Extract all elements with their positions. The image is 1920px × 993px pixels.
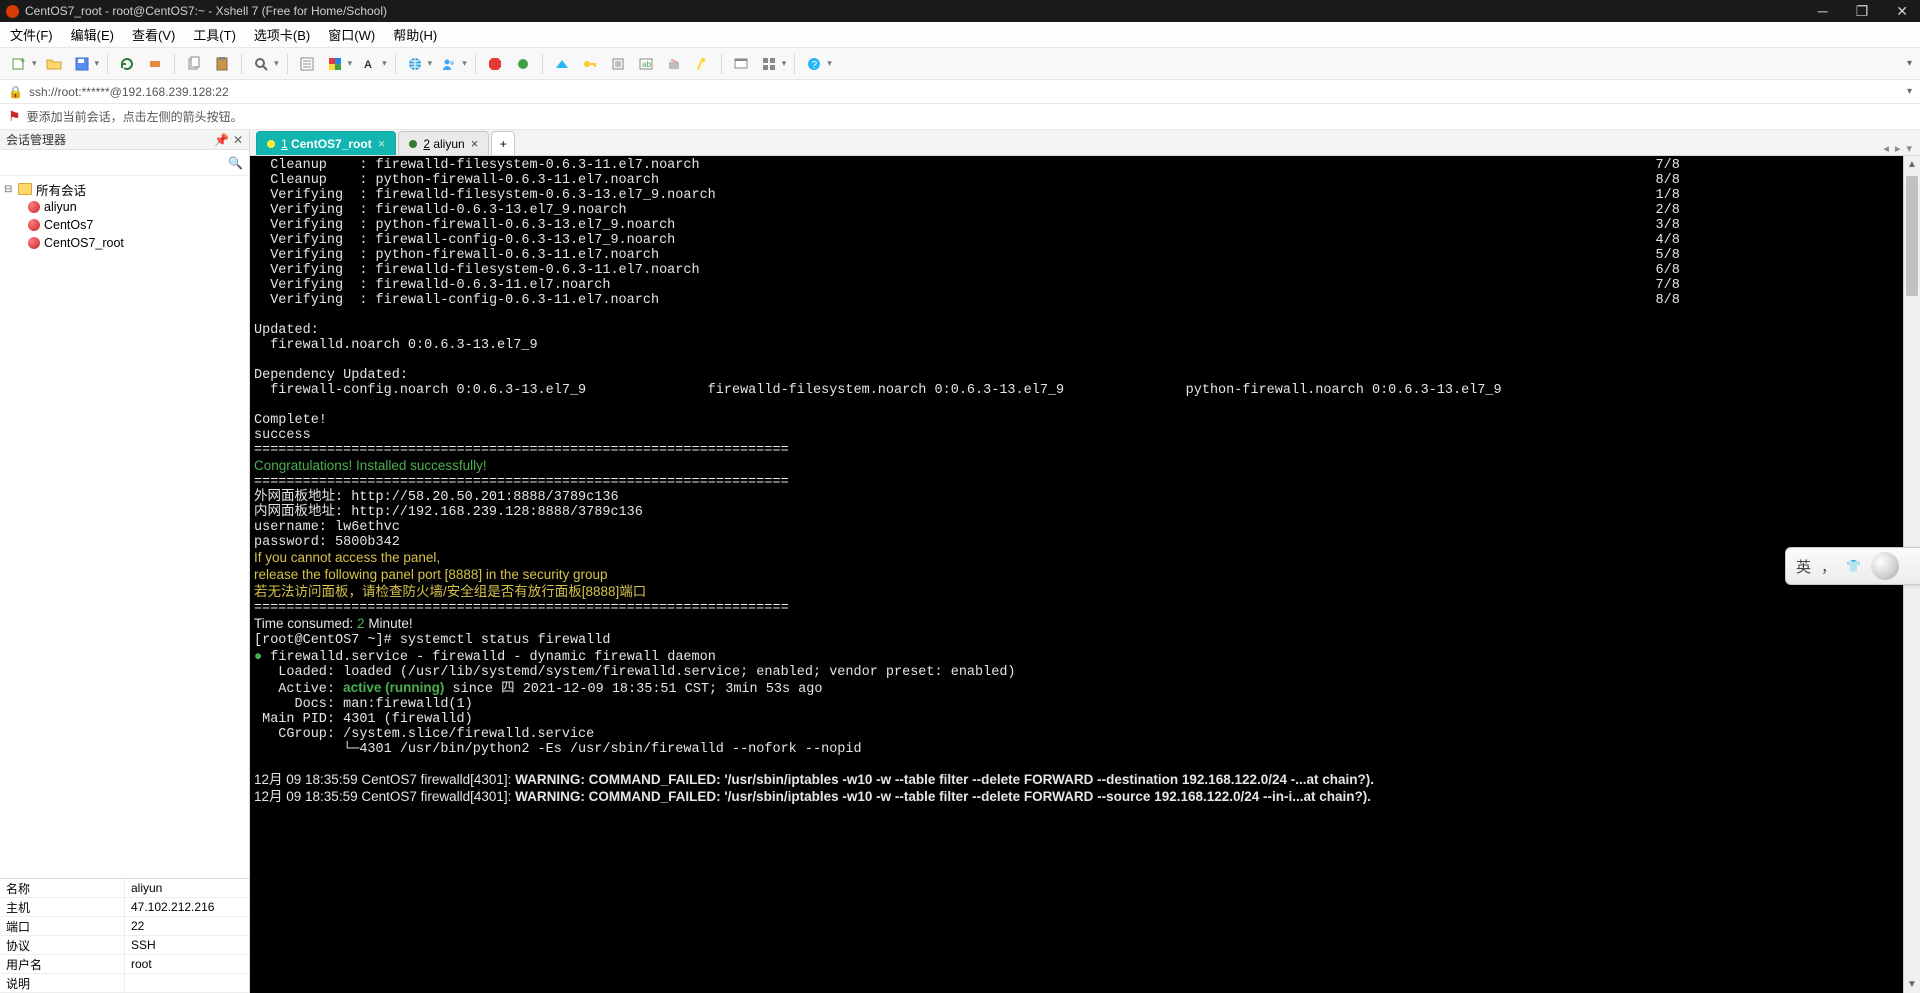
tree-root[interactable]: ⊟ 所有会话 — [2, 180, 247, 198]
folder-icon — [18, 183, 32, 195]
key-icon[interactable] — [579, 53, 601, 75]
ime-lang[interactable]: 英 — [1796, 556, 1811, 577]
sidebar-close-icon[interactable]: ✕ — [233, 133, 243, 147]
prop-row: 协议SSH — [0, 936, 249, 955]
svg-text:+: + — [20, 56, 25, 66]
menu-tools[interactable]: 工具(T) — [193, 25, 236, 44]
tab-next-icon[interactable]: ▸ — [1895, 142, 1901, 155]
session-icon — [28, 219, 40, 231]
clear-icon[interactable] — [663, 53, 685, 75]
session-icon — [28, 237, 40, 249]
tab-close-icon[interactable]: × — [471, 136, 479, 151]
ime-skin-icon[interactable]: 👕 — [1846, 559, 1861, 573]
tab-aliyun[interactable]: 2 aliyun × — [398, 131, 489, 155]
stop-icon[interactable] — [484, 53, 506, 75]
minimize-button[interactable]: ─ — [1818, 3, 1828, 20]
reconnect-icon[interactable] — [116, 53, 138, 75]
scroll-thumb[interactable] — [1906, 176, 1918, 296]
copy-icon[interactable] — [183, 53, 205, 75]
hint-bar: ⚑ 要添加当前会话，点击左侧的箭头按钮。 — [0, 104, 1920, 130]
scroll-lock-icon[interactable] — [607, 53, 629, 75]
tab-centos7-root[interactable]: 1 CentOS7_root × — [256, 131, 396, 155]
title-bar: CentOS7_root - root@CentOS7:~ - Xshell 7… — [0, 0, 1920, 22]
address-overflow-icon[interactable]: ▾ — [1907, 86, 1912, 97]
open-session-icon[interactable] — [43, 53, 65, 75]
disconnect-icon[interactable] — [144, 53, 166, 75]
address-text: ssh://root:******@192.168.239.128:22 — [29, 85, 229, 99]
address-bar[interactable]: 🔒 ssh://root:******@192.168.239.128:22 ▾ — [0, 80, 1920, 104]
tree-root-label: 所有会话 — [36, 180, 86, 199]
prop-row: 端口22 — [0, 917, 249, 936]
tab-prev-icon[interactable]: ◂ — [1883, 142, 1889, 155]
sidebar-pin-icon[interactable]: 📌 — [214, 133, 229, 147]
ime-punct-icon[interactable]: ， — [1821, 556, 1836, 577]
sidebar-title: 会话管理器 — [6, 131, 66, 148]
tile-icon[interactable] — [758, 53, 780, 75]
tab-close-icon[interactable]: × — [378, 136, 386, 151]
save-session-icon[interactable] — [71, 53, 93, 75]
new-terminal-icon[interactable] — [730, 53, 752, 75]
autocomplete-icon[interactable]: ab — [635, 53, 657, 75]
properties-icon[interactable] — [296, 53, 318, 75]
svg-text:A: A — [364, 59, 372, 71]
session-tree: ⊟ 所有会话 aliyun CentOs7 CentOS7_root — [0, 176, 249, 878]
sidebar-search[interactable]: 🔍 — [0, 150, 249, 176]
window-title: CentOS7_root - root@CentOS7:~ - Xshell 7… — [25, 4, 1818, 18]
prop-row: 名称aliyun — [0, 879, 249, 898]
maximize-button[interactable]: ❐ — [1856, 3, 1869, 20]
scroll-up-icon[interactable]: ▲ — [1904, 156, 1920, 173]
highlight-icon[interactable] — [691, 53, 713, 75]
menu-file[interactable]: 文件(F) — [10, 25, 53, 44]
status-dot-icon — [409, 140, 417, 148]
session-label: CentOs7 — [44, 218, 93, 232]
menu-bar: 文件(F) 编辑(E) 查看(V) 工具(T) 选项卡(B) 窗口(W) 帮助(… — [0, 22, 1920, 48]
users-icon[interactable] — [438, 53, 460, 75]
color-scheme-icon[interactable] — [324, 53, 346, 75]
hint-text: 要添加当前会话，点击左侧的箭头按钮。 — [27, 108, 243, 125]
session-icon — [28, 201, 40, 213]
terminal-tab-bar: 1 CentOS7_root × 2 aliyun × + ◂ ▸ ▾ — [250, 130, 1920, 156]
font-icon[interactable]: A — [358, 53, 380, 75]
toolbar-overflow-icon[interactable]: ▾ — [1907, 58, 1912, 69]
session-item-centos7[interactable]: CentOs7 — [2, 216, 247, 234]
sidebar-search-input[interactable] — [6, 156, 228, 170]
svg-text:ab: ab — [642, 60, 651, 69]
session-manager: 会话管理器 📌 ✕ 🔍 ⊟ 所有会话 aliyun CentOs7 — [0, 130, 250, 993]
lock-icon: 🔒 — [8, 85, 23, 99]
menu-window[interactable]: 窗口(W) — [328, 25, 375, 44]
ime-orb-icon[interactable] — [1871, 552, 1899, 580]
terminal-output[interactable]: Cleanup : firewalld-filesystem-0.6.3-11.… — [250, 156, 1903, 993]
session-label: CentOS7_root — [44, 236, 124, 250]
session-properties: 名称aliyun 主机47.102.212.216 端口22 协议SSH 用户名… — [0, 878, 249, 993]
toolbar: +▾ ▾ ▾ ▾ A▾ ▾ ▾ ab ▾ ?▾ ▾ — [0, 48, 1920, 80]
tab-add-button[interactable]: + — [491, 131, 515, 155]
scroll-down-icon[interactable]: ▼ — [1904, 976, 1920, 993]
close-button[interactable]: ✕ — [1896, 3, 1908, 20]
prop-row: 说明 — [0, 974, 249, 993]
session-item-centos7-root[interactable]: CentOS7_root — [2, 234, 247, 252]
xftp-icon[interactable] — [551, 53, 573, 75]
prop-row: 主机47.102.212.216 — [0, 898, 249, 917]
session-item-aliyun[interactable]: aliyun — [2, 198, 247, 216]
new-session-icon[interactable]: + — [8, 53, 30, 75]
menu-tabs[interactable]: 选项卡(B) — [254, 25, 310, 44]
ime-widget[interactable]: 英 ， 👕 — [1785, 547, 1920, 585]
app-icon — [6, 5, 19, 18]
sidebar-header: 会话管理器 📌 ✕ — [0, 130, 249, 150]
search-icon[interactable] — [250, 53, 272, 75]
tab-list-icon[interactable]: ▾ — [1906, 142, 1912, 155]
globe-icon[interactable] — [404, 53, 426, 75]
menu-view[interactable]: 查看(V) — [132, 25, 175, 44]
search-icon[interactable]: 🔍 — [228, 156, 243, 170]
status-dot-icon — [267, 140, 275, 148]
menu-help[interactable]: 帮助(H) — [393, 25, 437, 44]
paste-icon[interactable] — [211, 53, 233, 75]
menu-edit[interactable]: 编辑(E) — [71, 25, 114, 44]
record-icon[interactable] — [512, 53, 534, 75]
flag-icon[interactable]: ⚑ — [8, 108, 21, 125]
svg-text:?: ? — [812, 60, 818, 71]
help-icon[interactable]: ? — [803, 53, 825, 75]
prop-row: 用户名root — [0, 955, 249, 974]
session-label: aliyun — [44, 200, 77, 214]
